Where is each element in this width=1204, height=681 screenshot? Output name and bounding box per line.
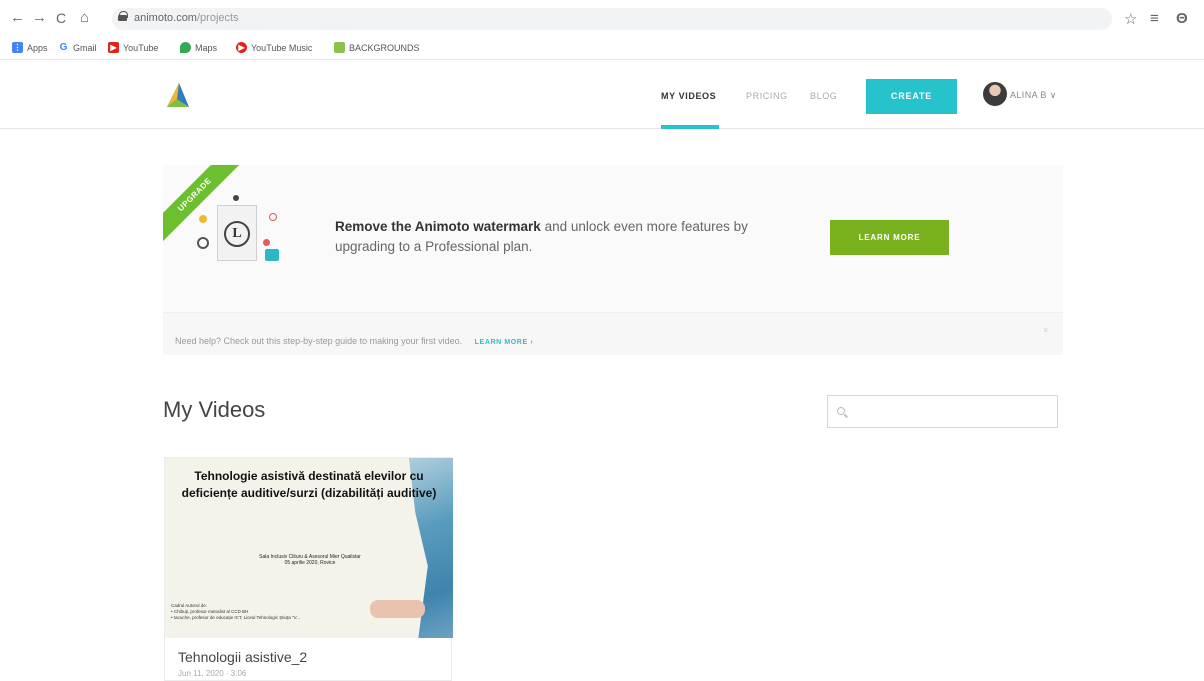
avatar[interactable]	[983, 82, 1007, 106]
nav-pricing[interactable]: PRICING	[746, 91, 788, 101]
upgrade-banner: UPGRADE L Remove the Animoto watermark a…	[163, 165, 1063, 355]
thumbnail-title: Tehnologie asistivă destinată elevilor c…	[181, 469, 437, 500]
nav-blog[interactable]: BLOG	[810, 91, 837, 101]
user-name: ALINA B	[1010, 90, 1047, 100]
thumbnail-hand	[370, 600, 425, 618]
learn-more-button[interactable]: LEARN MORE	[830, 220, 949, 255]
bookmark-label: Apps	[27, 42, 48, 53]
thumbnail-subtitle: Sala Inclusiv Clituru & Asesorul Mier Qu…	[259, 554, 361, 566]
circle-icon	[269, 213, 277, 221]
nav-my-videos[interactable]: MY VIDEOS	[661, 91, 716, 101]
address-bar[interactable]	[112, 8, 1112, 30]
magnifier-icon	[197, 237, 209, 249]
upgrade-message: Remove the Animoto watermark and unlock …	[335, 217, 755, 257]
bookmarks-bar: ⋮ Apps G Gmail ▶ YouTube Maps ▶ YouTube …	[0, 36, 1204, 60]
shopping-icon	[265, 249, 279, 261]
search-icon	[837, 407, 845, 415]
url-path: /projects	[196, 12, 239, 24]
bookmark-backgrounds[interactable]: BACKGROUNDS	[334, 42, 420, 53]
bookmark-label: BACKGROUNDS	[349, 42, 420, 53]
back-icon[interactable]: ←	[10, 8, 25, 28]
browser-toolbar: ← → C ⌂ animoto.com/projects ☆ ≡ Θ	[0, 0, 1204, 36]
help-text: Need help? Check out this step-by-step g…	[175, 336, 463, 346]
bookmark-maps[interactable]: Maps	[180, 42, 217, 53]
bookmark-youtube[interactable]: ▶ YouTube	[108, 42, 158, 53]
profile-icon[interactable]: Θ	[1176, 10, 1188, 27]
page-title: My Videos	[163, 397, 266, 422]
lock-icon	[118, 11, 128, 21]
user-menu[interactable]: ALINA B ∨	[1010, 90, 1057, 101]
video-thumbnail[interactable]: Tehnologie asistivă destinată elevilor c…	[165, 458, 453, 638]
close-icon[interactable]: ×	[1043, 325, 1048, 335]
maps-pin-icon	[180, 42, 191, 53]
chevron-down-icon: ∨	[1049, 90, 1057, 100]
home-icon[interactable]: ⌂	[80, 8, 89, 28]
video-card[interactable]: Tehnologie asistivă destinată elevilor c…	[164, 457, 453, 681]
reading-list-icon[interactable]: ≡	[1150, 10, 1159, 27]
bookmark-star-icon[interactable]: ☆	[1124, 10, 1137, 28]
video-date: Jun 11, 2020 · 3:06	[178, 669, 247, 678]
apps-grid-icon: ⋮	[12, 42, 23, 53]
bookmark-label: Maps	[195, 42, 218, 53]
bookmark-label: YouTube	[123, 42, 159, 53]
dot-icon	[233, 195, 239, 201]
heart-icon	[263, 239, 270, 246]
bookmark-gmail[interactable]: G Gmail	[58, 42, 97, 53]
google-g-icon: G	[58, 42, 69, 53]
coin-icon	[199, 215, 207, 223]
create-button[interactable]: CREATE	[866, 79, 957, 114]
youtube-icon: ▶	[108, 42, 119, 53]
folder-icon	[334, 42, 345, 53]
document-icon: L	[217, 205, 257, 261]
url-host: animoto.com	[134, 12, 197, 24]
bookmark-youtube-music[interactable]: ▶ YouTube Music	[236, 42, 312, 53]
search-input[interactable]	[827, 395, 1058, 428]
video-title[interactable]: Tehnologii asistive_2	[178, 649, 307, 665]
logo-letter-icon: L	[224, 221, 250, 247]
animoto-logo[interactable]	[165, 81, 191, 109]
watermark-illustration: L	[193, 193, 293, 285]
help-line: Need help? Check out this step-by-step g…	[175, 336, 533, 346]
active-tab-indicator	[661, 125, 719, 129]
thumbnail-authors: Cadrul Autorul de: • Chibuți, profesor m…	[171, 603, 301, 620]
url-text[interactable]: animoto.com/projects	[134, 12, 239, 24]
forward-icon[interactable]: →	[32, 8, 47, 28]
bookmark-label: Gmail	[73, 42, 97, 53]
site-header: MY VIDEOS PRICING BLOG CREATE ALINA B ∨	[0, 61, 1204, 129]
youtube-music-icon: ▶	[236, 42, 247, 53]
upgrade-message-bold: Remove the Animoto watermark	[335, 219, 541, 234]
bookmark-label: YouTube Music	[251, 42, 313, 53]
reload-icon[interactable]: C	[56, 8, 66, 28]
help-learn-more-link[interactable]: LEARN MORE ›	[475, 339, 534, 346]
bookmark-apps[interactable]: ⋮ Apps	[12, 42, 48, 53]
